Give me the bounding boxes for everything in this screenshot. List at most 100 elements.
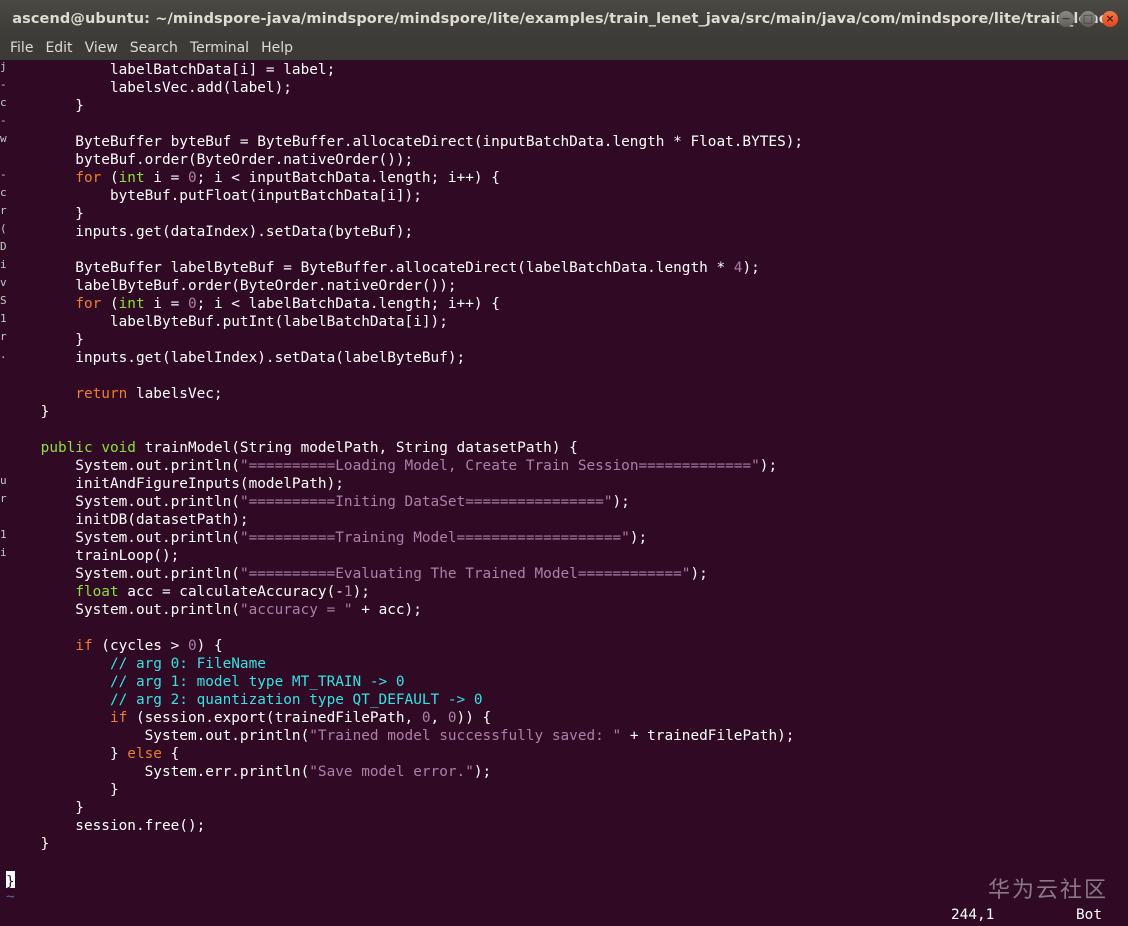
code-token: // arg 1: model type MT_TRAIN -> 0: [109, 674, 405, 690]
code-token: );: [612, 494, 630, 510]
code-line: for (int i = 0; i < inputBatchData.lengt…: [6, 169, 1126, 187]
code-token: "==========Training Model===============…: [239, 530, 630, 546]
code-token: ; i < labelBatchData.length; i++) {: [196, 296, 500, 312]
code-token: int: [118, 296, 145, 312]
code-line: return labelsVec;: [6, 385, 1126, 403]
window-title: ascend@ubuntu: ~/mindspore-java/mindspor…: [12, 11, 1116, 27]
code-line: // arg 1: model type MT_TRAIN -> 0: [6, 673, 1126, 691]
code-token: inputs.get(labelIndex).setData(labelByte…: [6, 350, 466, 366]
code-line: }: [6, 205, 1126, 223]
code-line: inputs.get(labelIndex).setData(labelByte…: [6, 349, 1126, 367]
status-position: 244,1: [951, 907, 995, 923]
code-token: inputs.get(dataIndex).setData(byteBuf);: [6, 224, 414, 240]
code-token: }: [6, 206, 84, 222]
code-token: for: [75, 296, 102, 312]
code-line: byteBuf.putFloat(inputBatchData[i]);: [6, 187, 1126, 205]
code-token: byteBuf.order(ByteOrder.nativeOrder());: [6, 152, 414, 168]
code-token: byteBuf.putFloat(inputBatchData[i]);: [6, 188, 422, 204]
code-token: System.out.println(: [6, 566, 240, 582]
menu-search[interactable]: Search: [124, 38, 184, 60]
code-token: )) {: [456, 710, 492, 726]
code-token: initAndFigureInputs(modelPath);: [6, 476, 344, 492]
code-token: );: [742, 260, 760, 276]
watermark: 华为云社区: [987, 878, 1108, 903]
code-token: for: [75, 170, 102, 186]
code-line: System.out.println("accuracy = " + acc);: [6, 601, 1126, 619]
menu-view[interactable]: View: [79, 38, 124, 60]
menu-help[interactable]: Help: [255, 38, 299, 60]
code-token: session.free();: [6, 818, 206, 834]
code-token: System.out.println(: [6, 458, 240, 474]
code-token: "==========Initing DataSet==============…: [239, 494, 613, 510]
code-token: // arg 0: FileName: [109, 656, 266, 672]
code-token: );: [473, 764, 492, 780]
code-token: System.out.println(: [6, 728, 310, 744]
code-token: return: [75, 386, 128, 402]
menu-terminal[interactable]: Terminal: [184, 38, 255, 60]
code-line: System.out.println("==========Loading Mo…: [6, 457, 1126, 475]
code-token: trainModel(String modelPath, String data…: [135, 440, 578, 456]
code-token: }: [6, 746, 128, 762]
code-token: ) {: [196, 638, 223, 654]
code-line: labelByteBuf.putInt(labelBatchData[i]);: [6, 313, 1126, 331]
code-token: trainLoop();: [6, 548, 180, 564]
code-line: }: [6, 835, 1126, 853]
code-line: System.err.println("Save model error.");: [6, 763, 1126, 781]
code-token: System.out.println(: [6, 602, 240, 618]
code-token: else: [127, 746, 162, 762]
code-token: public: [40, 440, 93, 456]
code-line: if (session.export(trainedFilePath, 0, 0…: [6, 709, 1126, 727]
window-controls: − □ ×: [1058, 11, 1118, 27]
code-line: } else {: [6, 745, 1126, 763]
code-line: // arg 2: quantization type QT_DEFAULT -…: [6, 691, 1126, 709]
code-view: labelBatchData[i] = label; labelsVec.add…: [6, 61, 1126, 853]
code-line: if (cycles > 0) {: [6, 637, 1126, 655]
minimize-button[interactable]: −: [1058, 11, 1074, 27]
code-token: }: [6, 782, 119, 798]
code-token: + trainedFilePath);: [621, 728, 795, 744]
code-token: System.out.println(: [6, 530, 240, 546]
code-token: (: [101, 170, 119, 186]
terminal-content[interactable]: labelBatchData[i] = label; labelsVec.add…: [6, 61, 1126, 903]
code-token: "accuracy = ": [239, 602, 353, 618]
code-token: if: [75, 638, 93, 654]
code-token: 0: [447, 710, 457, 726]
code-token: + acc);: [352, 602, 422, 618]
code-token: "==========Evaluating The Trained Model=…: [239, 566, 691, 582]
code-token: i =: [144, 296, 188, 312]
menu-edit[interactable]: Edit: [39, 38, 78, 60]
code-line: byteBuf.order(ByteOrder.nativeOrder());: [6, 151, 1126, 169]
maximize-button[interactable]: □: [1080, 11, 1096, 27]
status-scroll: Bot: [1076, 907, 1102, 923]
close-button[interactable]: ×: [1102, 11, 1118, 27]
code-token: );: [629, 530, 648, 546]
code-token: }: [6, 836, 50, 852]
code-line: inputs.get(dataIndex).setData(byteBuf);: [6, 223, 1126, 241]
code-token: );: [690, 566, 708, 582]
code-token: labelsVec.add(label);: [6, 80, 292, 96]
menu-bar: File Edit View Search Terminal Help: [0, 38, 1128, 60]
code-token: i =: [144, 170, 188, 186]
code-token: }: [6, 404, 50, 420]
code-token: );: [352, 584, 370, 600]
code-token: acc = calculateAccuracy(-: [118, 584, 344, 600]
window-titlebar[interactable]: ascend@ubuntu: ~/mindspore-java/mindspor…: [0, 0, 1128, 38]
code-line: session.free();: [6, 817, 1126, 835]
code-token: 0: [421, 710, 431, 726]
code-token: if: [109, 710, 128, 726]
code-line: public void trainModel(String modelPath,…: [6, 439, 1126, 457]
code-token: System.out.println(: [6, 494, 240, 510]
menu-file[interactable]: File: [0, 38, 39, 60]
code-line: ByteBuffer labelByteBuf = ByteBuffer.all…: [6, 259, 1126, 277]
code-line: float acc = calculateAccuracy(-1);: [6, 583, 1126, 601]
code-line: trainLoop();: [6, 547, 1126, 565]
code-line: }: [6, 781, 1126, 799]
